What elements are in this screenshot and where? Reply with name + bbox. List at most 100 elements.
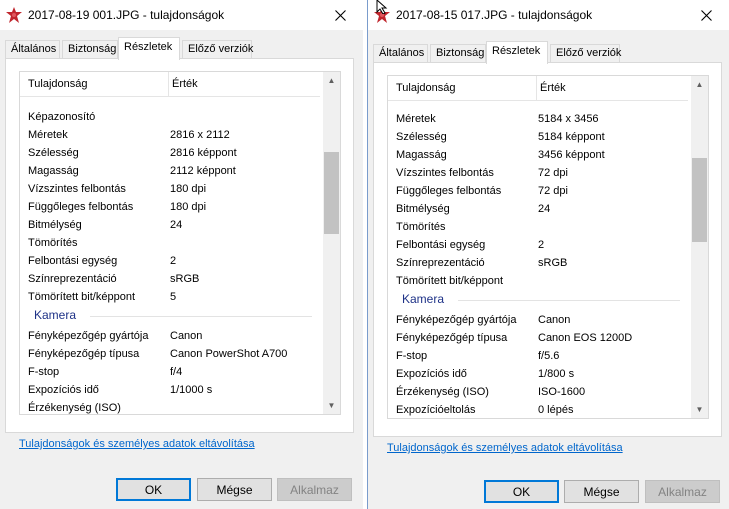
tab-security[interactable]: Biztonság xyxy=(62,40,118,59)
ok-button[interactable]: OK xyxy=(484,480,559,503)
apply-button[interactable]: Alkalmaz xyxy=(645,480,720,503)
property-name: Fényképezőgép gyártója xyxy=(28,330,149,342)
property-list[interactable]: Tulajdonság Érték Méretek 5184 x 3456 Szél… xyxy=(387,75,709,419)
table-row[interactable]: Magasság 3456 képpont xyxy=(388,146,688,164)
property-name: Magasság xyxy=(396,149,447,161)
window-title: 2017-08-19 001.JPG - tulajdonságok xyxy=(28,8,225,22)
property-name: Érzékenység (ISO) xyxy=(28,402,121,414)
cancel-button[interactable]: Mégse xyxy=(197,478,272,501)
section-divider xyxy=(458,300,680,301)
property-value: sRGB xyxy=(170,273,200,285)
table-row[interactable]: Expozíciós idő 1/1000 s xyxy=(20,381,320,399)
tab-details[interactable]: Részletek xyxy=(486,41,548,64)
property-value: 180 dpi xyxy=(170,201,207,213)
property-value: Canon xyxy=(170,330,203,342)
table-row[interactable]: Bitmélység 24 xyxy=(20,216,320,234)
table-row[interactable]: Érzékenység (ISO) xyxy=(20,399,320,414)
remove-properties-link[interactable]: Tulajdonságok és személyes adatok eltávo… xyxy=(387,442,623,454)
table-row[interactable]: F-stop f/4 xyxy=(20,363,320,381)
property-name: Expozícióeltolás xyxy=(396,404,476,416)
table-row[interactable]: Expozícióeltolás 0 lépés xyxy=(388,401,688,418)
vertical-scrollbar[interactable]: ▲ ▼ xyxy=(323,72,340,414)
tab-previous-versions[interactable]: Előző verziók xyxy=(550,44,621,63)
property-value: 72 dpi xyxy=(538,167,568,179)
table-row[interactable]: Bitmélység 24 xyxy=(388,200,688,218)
property-name: Szélesség xyxy=(396,131,447,143)
column-property[interactable]: Tulajdonság xyxy=(396,82,456,94)
cancel-button[interactable]: Mégse xyxy=(564,480,639,503)
vertical-scrollbar[interactable]: ▲ ▼ xyxy=(691,76,708,418)
table-row[interactable]: Magasság 2112 képpont xyxy=(20,162,320,180)
tab-previous-versions[interactable]: Előző verziók xyxy=(182,40,253,59)
property-value: 1/1000 s xyxy=(170,384,213,396)
property-value: sRGB xyxy=(538,257,568,269)
table-row[interactable]: Fényképezőgép gyártója Canon xyxy=(20,327,320,345)
table-row[interactable]: Felbontási egység 2 xyxy=(388,236,688,254)
table-row[interactable]: F-stop f/5.6 xyxy=(388,347,688,365)
property-list[interactable]: Tulajdonság Érték Képazonosító Méretek 281… xyxy=(19,71,341,415)
property-name: Tömörítés xyxy=(28,237,78,249)
column-value[interactable]: Érték xyxy=(540,82,566,94)
property-value: 180 dpi xyxy=(170,183,207,195)
ok-button[interactable]: OK xyxy=(116,478,191,501)
scroll-up-icon[interactable]: ▲ xyxy=(691,76,708,93)
scroll-thumb[interactable] xyxy=(324,152,339,234)
table-row[interactable]: Vízszintes felbontás 180 dpi xyxy=(20,180,320,198)
property-name: Színreprezentáció xyxy=(396,257,485,269)
scroll-thumb[interactable] xyxy=(692,158,707,242)
tab-security[interactable]: Biztonság xyxy=(430,44,486,63)
tab-details[interactable]: Részletek xyxy=(118,37,180,60)
details-panel: Tulajdonság Érték Méretek 5184 x 3456 Szél… xyxy=(373,62,722,437)
table-row[interactable]: Méretek 5184 x 3456 xyxy=(388,110,688,128)
table-row[interactable]: Expozíciós idő 1/800 s xyxy=(388,365,688,383)
close-button[interactable] xyxy=(683,0,729,30)
table-row[interactable]: Tömörítés xyxy=(20,234,320,252)
table-row[interactable]: Szélesség 2816 képpont xyxy=(20,144,320,162)
property-value: f/5.6 xyxy=(538,350,560,362)
details-panel: Tulajdonság Érték Képazonosító Méretek 281… xyxy=(5,58,354,433)
property-value: Canon PowerShot A700 xyxy=(170,348,288,360)
property-name: Magasság xyxy=(28,165,79,177)
table-row[interactable]: Érzékenység (ISO) ISO-1600 xyxy=(388,383,688,401)
table-row[interactable]: Tömörített bit/képpont 5 xyxy=(20,288,320,306)
remove-properties-link[interactable]: Tulajdonságok és személyes adatok eltávo… xyxy=(19,438,255,450)
column-separator[interactable] xyxy=(168,72,169,96)
title-bar[interactable]: 2017-08-15 017.JPG - tulajdonságok xyxy=(368,0,729,30)
table-row[interactable]: Fényképezőgép típusa Canon PowerShot A700 xyxy=(20,345,320,363)
column-value[interactable]: Érték xyxy=(172,78,198,90)
property-value: 2 xyxy=(538,239,545,251)
table-row[interactable]: Felbontási egység 2 xyxy=(20,252,320,270)
table-row[interactable]: Színreprezentáció sRGB xyxy=(20,270,320,288)
table-row[interactable]: Függőleges felbontás 72 dpi xyxy=(388,182,688,200)
app-icon xyxy=(6,7,22,23)
table-row[interactable]: Tömörítés xyxy=(388,218,688,236)
tab-general[interactable]: Általános xyxy=(5,40,60,59)
table-row[interactable]: Színreprezentáció sRGB xyxy=(388,254,688,272)
table-row[interactable]: Függőleges felbontás 180 dpi xyxy=(20,198,320,216)
table-row[interactable]: Szélesség 5184 képpont xyxy=(388,128,688,146)
title-bar[interactable]: 2017-08-19 001.JPG - tulajdonságok xyxy=(0,0,363,30)
property-name: F-stop xyxy=(396,350,428,362)
property-name: Tömörítés xyxy=(396,221,446,233)
column-header: Tulajdonság Érték xyxy=(20,72,320,97)
property-name: Függőleges felbontás xyxy=(396,185,502,197)
tab-general[interactable]: Általános xyxy=(373,44,428,63)
apply-button[interactable]: Alkalmaz xyxy=(277,478,352,501)
property-name: Képazonosító xyxy=(28,111,96,123)
close-icon xyxy=(334,9,346,21)
table-row[interactable]: Fényképezőgép típusa Canon EOS 1200D xyxy=(388,329,688,347)
scroll-up-icon[interactable]: ▲ xyxy=(323,72,340,89)
column-property[interactable]: Tulajdonság xyxy=(28,78,88,90)
table-row[interactable]: Méretek 2816 x 2112 xyxy=(20,126,320,144)
table-row[interactable]: Tömörített bit/képpont xyxy=(388,272,688,290)
table-row[interactable]: Vízszintes felbontás 72 dpi xyxy=(388,164,688,182)
scroll-down-icon[interactable]: ▼ xyxy=(323,397,340,414)
close-button[interactable] xyxy=(317,0,363,30)
property-value: 2816 x 2112 xyxy=(170,129,230,141)
column-separator[interactable] xyxy=(536,76,537,100)
table-row[interactable]: Képazonosító xyxy=(20,108,320,126)
table-row[interactable]: Fényképezőgép gyártója Canon xyxy=(388,311,688,329)
scroll-down-icon[interactable]: ▼ xyxy=(691,401,708,418)
property-value: 24 xyxy=(538,203,551,215)
property-name: Vízszintes felbontás xyxy=(396,167,494,179)
